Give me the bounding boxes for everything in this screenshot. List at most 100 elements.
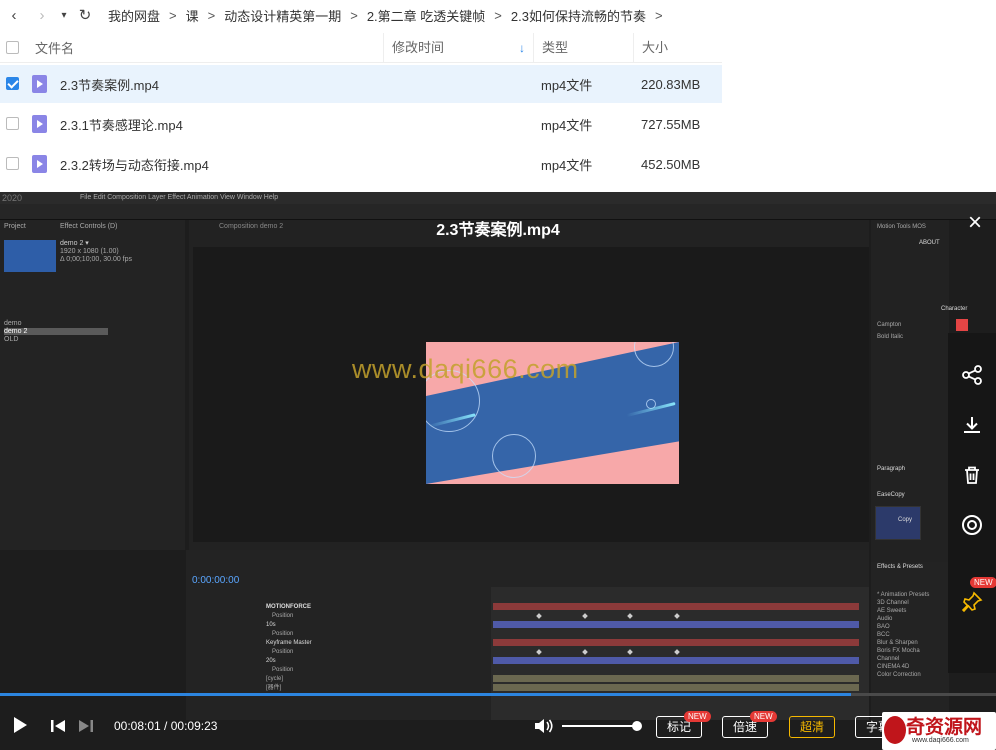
new-badge: NEW — [970, 577, 996, 588]
breadcrumb-item-current[interactable]: 2.3如何保持流畅的节奏 — [511, 6, 646, 25]
ae-layer: [器件] — [194, 684, 488, 692]
breadcrumb-separator: > — [350, 7, 358, 23]
ae-layer-name: Position — [272, 667, 294, 673]
ae-layer-name: [cycle] — [266, 676, 284, 682]
ae-effects-title: Effects & Presets — [877, 564, 923, 570]
total-time: 00:09:23 — [170, 719, 218, 733]
video-progress-bar[interactable] — [0, 693, 996, 696]
volume-slider-knob[interactable] — [632, 721, 642, 731]
ae-timecode: 0:00:00:00 — [192, 575, 240, 586]
video-file-icon — [32, 75, 47, 93]
next-icon[interactable] — [78, 719, 94, 733]
ae-layer: Position — [194, 612, 488, 620]
row-checkbox[interactable] — [6, 157, 19, 170]
ae-menu-bar: 2020 File Edit Composition Layer Effect … — [0, 192, 996, 204]
ae-about-label: ABOUT — [919, 240, 940, 246]
file-type: mp4文件 — [541, 77, 593, 93]
ae-layer: Position — [194, 666, 488, 674]
video-file-icon — [32, 115, 47, 133]
refresh-icon[interactable]: ↻ — [76, 6, 94, 24]
pin-button[interactable] — [948, 582, 996, 622]
focus-button[interactable] — [948, 505, 996, 545]
share-icon — [962, 365, 982, 385]
video-title: 2.3节奏案例.mp4 — [436, 222, 560, 239]
column-header-size[interactable]: 大小 — [633, 32, 722, 63]
breadcrumb: 我的网盘 > 课 > 动态设计精英第一期 > 2.第二章 吃透关键帧 > 2.3… — [108, 6, 672, 25]
download-button[interactable] — [948, 405, 996, 445]
video-player[interactable]: 2020 File Edit Composition Layer Effect … — [0, 192, 996, 750]
back-icon[interactable]: ‹ — [5, 7, 23, 24]
current-time: 00:08:01 — [114, 719, 161, 733]
video-progress-fill — [0, 693, 851, 696]
file-size: 727.55MB — [641, 116, 701, 132]
ae-layer: Position — [194, 648, 488, 656]
ae-color-swatch — [956, 319, 968, 331]
column-header-time-label: 修改时间 — [392, 39, 445, 55]
ae-effect-item: 3D Channel — [877, 600, 909, 606]
file-name[interactable]: 2.3节奏案例.mp4 — [60, 75, 159, 94]
file-table-header: 文件名 修改时间 ↓ 类型 大小 — [0, 32, 722, 63]
breadcrumb-item[interactable]: 动态设计精英第一期 — [224, 6, 341, 25]
download-icon — [964, 417, 980, 433]
select-all-checkbox[interactable] — [6, 41, 19, 54]
ae-effect-item: BAO — [877, 624, 890, 630]
ae-character-title: Character — [941, 306, 968, 312]
delete-button[interactable] — [948, 455, 996, 495]
forward-icon[interactable]: › — [33, 7, 51, 24]
ae-layer-name: 10s — [266, 622, 276, 628]
ae-effect-item: Boris FX Mocha — [877, 648, 920, 654]
ae-comp-name: demo 2 ▾ — [60, 240, 89, 247]
previous-icon[interactable] — [50, 719, 66, 733]
nav-bar: ‹ › ▾ ↻ 我的网盘 > 课 > 动态设计精英第一期 > 2.第二章 吃透关… — [0, 0, 996, 30]
site-logo: 奇资源网 www.daqi666.com — [882, 712, 996, 750]
video-watermark: www.daqi666.com — [352, 354, 579, 384]
ae-effect-item: AE Sweets — [877, 608, 907, 614]
file-row[interactable]: 2.3节奏案例.mp4 mp4文件 220.83MB — [0, 65, 722, 103]
file-row[interactable]: 2.3.2转场与动态衔接.mp4 mp4文件 452.50MB — [0, 145, 722, 183]
ae-layer: Position — [194, 630, 488, 638]
file-row[interactable]: 2.3.1节奏感理论.mp4 mp4文件 727.55MB — [0, 105, 722, 143]
ae-layer: [cycle] — [194, 675, 488, 683]
file-type: mp4文件 — [541, 157, 593, 173]
column-header-type[interactable]: 类型 — [533, 32, 633, 63]
quality-button[interactable]: 超清 — [789, 716, 835, 738]
chevron-down-icon[interactable]: ▾ — [55, 10, 73, 21]
ae-menu-text: File Edit Composition Layer Effect Anima… — [80, 194, 279, 201]
volume-icon[interactable] — [534, 717, 554, 735]
breadcrumb-separator: > — [207, 7, 216, 23]
ae-layer-name: MOTIONFORCE — [266, 604, 311, 610]
row-checkbox[interactable] — [6, 77, 19, 90]
ae-font-style: Bold Italic — [877, 334, 904, 340]
ae-effect-item: Color Correction — [877, 672, 921, 678]
volume-slider[interactable] — [562, 725, 638, 727]
file-name[interactable]: 2.3.2转场与动态衔接.mp4 — [60, 155, 209, 174]
play-icon[interactable] — [14, 717, 27, 733]
ae-paragraph-title: Paragraph — [877, 466, 906, 472]
time-separator: / — [160, 719, 171, 733]
ae-layer-bar — [493, 675, 859, 682]
ae-comp-info2: Δ 0;00;10;00, 30.00 fps — [60, 256, 133, 263]
ae-effect-item: Channel — [877, 656, 900, 662]
breadcrumb-item[interactable]: 2.第二章 吃透关键帧 — [367, 6, 485, 25]
trash-icon — [965, 466, 979, 484]
ae-effects-panel: Effects & Presets * Animation Presets 3D… — [871, 562, 949, 722]
ae-project-item: demo 2 — [4, 328, 108, 335]
column-header-time[interactable]: 修改时间 ↓ — [383, 32, 533, 63]
breadcrumb-separator: > — [654, 7, 663, 23]
ae-layer-name: Keyframe Master — [266, 640, 312, 646]
new-badge: NEW — [684, 711, 711, 722]
ae-layer-name: Position — [272, 631, 294, 637]
ae-layer: 20s — [194, 657, 488, 665]
file-size: 452.50MB — [641, 156, 701, 172]
column-header-name[interactable]: 文件名 — [35, 38, 74, 57]
close-icon[interactable]: × — [968, 211, 982, 235]
ae-layer-bar — [493, 621, 859, 628]
ae-layer: MOTIONFORCE — [194, 603, 488, 611]
breadcrumb-item[interactable]: 我的网盘 — [108, 6, 160, 25]
file-name[interactable]: 2.3.1节奏感理论.mp4 — [60, 115, 183, 134]
row-checkbox[interactable] — [6, 117, 19, 130]
share-button[interactable] — [948, 355, 996, 395]
breadcrumb-item[interactable]: 课 — [186, 6, 199, 25]
ae-easecopy-title: EaseCopy — [877, 492, 905, 498]
video-file-icon — [32, 155, 47, 173]
